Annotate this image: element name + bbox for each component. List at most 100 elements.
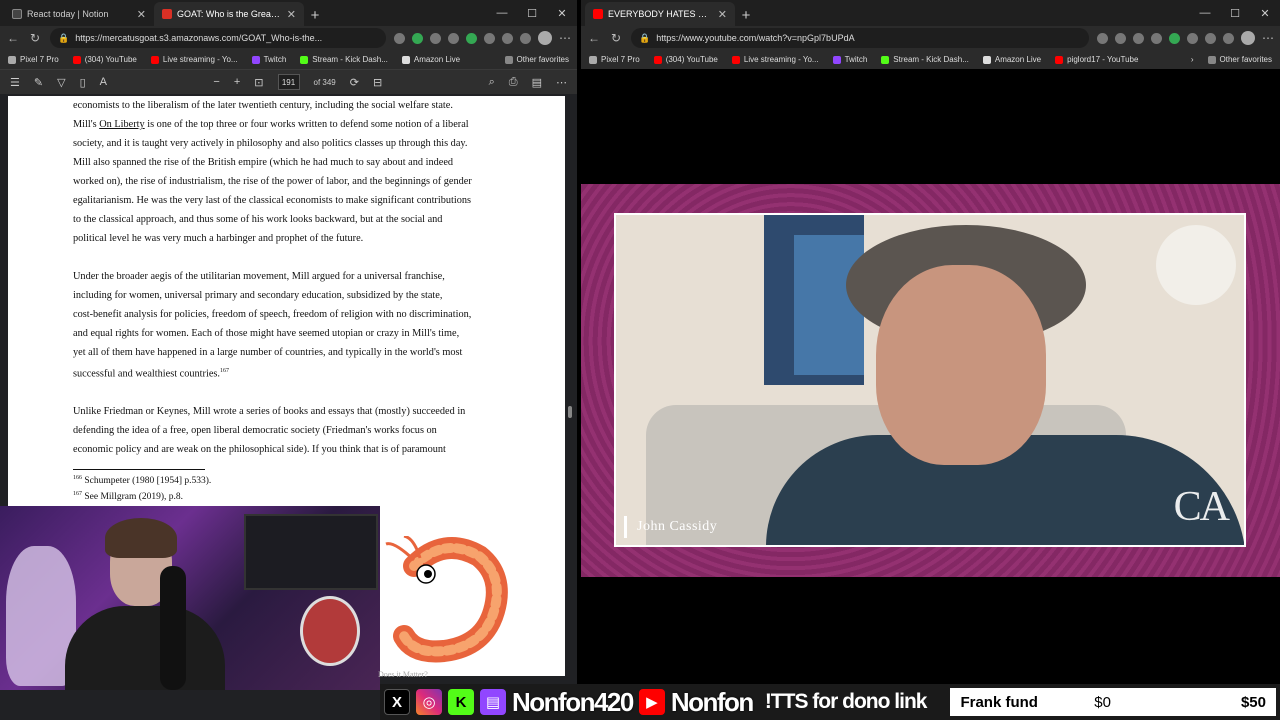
tab-youtube[interactable]: EVERYBODY HATES CAPITALISM - ✕ [585,2,735,26]
two-page-icon[interactable]: ⊟ [373,76,382,89]
bookmark-item[interactable]: piglord17 - YouTube [1055,55,1138,64]
avatar[interactable] [538,31,552,45]
maximize-icon[interactable]: ☐ [517,0,547,26]
print-icon[interactable]: ⎙ [509,76,518,89]
bookmark-label: Twitch [844,55,868,64]
immersive-reader-icon[interactable]: A [100,76,107,88]
twitch-handle: Nonfon420 [512,686,634,717]
bookmark-item[interactable]: Amazon Live [401,55,460,64]
extension-icon[interactable] [430,32,441,44]
extension-icon[interactable] [520,32,531,44]
bookmark-item[interactable]: Pixel 7 Pro [8,55,59,64]
page-number-input[interactable]: 191 [277,74,300,90]
extension-icon[interactable] [1115,32,1126,44]
book-title: On Liberty [99,119,145,130]
shrimp-mascot [385,536,508,663]
chevron-right-icon[interactable]: › [1191,55,1194,64]
new-tab-icon[interactable]: + [735,4,757,26]
fund-current: $0 [1094,693,1111,711]
other-favorites[interactable]: Other favorites [504,55,569,64]
extension-icon[interactable] [1187,32,1198,44]
tab-goat-pdf[interactable]: GOAT: Who is the Greatest Econom ✕ [154,2,304,26]
extension-icon[interactable] [448,32,459,44]
back-icon[interactable]: ← [587,31,601,45]
extension-icon[interactable] [466,32,477,44]
text-line: is one of the top three or four works wr… [144,119,469,130]
reload-icon[interactable]: ↻ [28,31,42,45]
stream-overlay-bar: X ◎ K ▤ Nonfon420 ▶ Nonfon !TTS for dono… [380,684,1280,720]
bookmark-label: Other favorites [1219,55,1272,64]
bookmarks-bar: Pixel 7 Pro (304) YouTube Live streaming… [0,50,577,70]
text-line: economic policy and are weak on the phil… [73,444,446,456]
contents-icon[interactable]: ☰ [10,76,20,89]
lower-third-bar [624,516,627,538]
close-icon[interactable]: ✕ [287,8,296,21]
new-tab-icon[interactable]: + [304,4,326,26]
minimize-icon[interactable]: — [1190,0,1220,26]
extension-icon[interactable] [1223,32,1234,44]
folder-icon [504,55,513,64]
youtube-player-area[interactable]: John Cassidy CA [581,69,1280,720]
bookmark-item[interactable]: (304) YouTube [72,55,137,64]
close-icon[interactable]: ✕ [137,8,146,21]
more-icon[interactable]: ⋯ [556,76,567,89]
extension-icon[interactable] [1133,32,1144,44]
bookmark-item[interactable]: (304) YouTube [653,55,718,64]
led-panel [244,514,378,590]
extension-icon[interactable] [1205,32,1216,44]
bookmark-item[interactable]: Pixel 7 Pro [589,55,640,64]
extension-icon[interactable] [412,32,423,44]
footnote-ref[interactable]: 167 [220,368,229,374]
extension-icon[interactable] [484,32,495,44]
bookmark-item[interactable]: Amazon Live [982,55,1041,64]
highlight-icon[interactable]: ▽ [57,76,65,89]
extension-icon[interactable] [1097,32,1108,44]
bookmark-item[interactable]: Live streaming - Yo... [150,55,238,64]
pdf-scrollbar[interactable] [568,96,574,676]
page-view-icon[interactable]: ▯ [80,76,86,89]
bookmark-item[interactable]: Stream - Kick Dash... [300,55,388,64]
other-favorites[interactable]: Other favorites [1207,55,1272,64]
zoom-in-icon[interactable]: + [234,76,240,88]
avatar[interactable] [1241,31,1255,45]
bookmark-item[interactable]: Live streaming - Yo... [731,55,819,64]
youtube-icon [653,55,662,64]
extension-icon[interactable] [394,32,405,44]
back-icon[interactable]: ← [6,31,20,45]
rotate-icon[interactable]: ⟳ [350,76,359,89]
bookmark-label: Live streaming - Yo... [162,55,238,64]
bookmark-item[interactable]: Stream - Kick Dash... [881,55,969,64]
kick-icon [300,55,309,64]
tab-notion[interactable]: React today | Notion ✕ [4,2,154,26]
close-window-icon[interactable]: ✕ [1250,0,1280,26]
extension-icon[interactable] [1151,32,1162,44]
youtube-icon [731,55,740,64]
text-line: successful and wealthiest countries. [73,368,220,380]
more-icon[interactable]: ⋯ [559,31,571,45]
close-window-icon[interactable]: ✕ [547,0,577,26]
zoom-out-icon[interactable]: − [213,76,219,88]
video-frame[interactable]: John Cassidy CA [581,184,1280,577]
maximize-icon[interactable]: ☐ [1220,0,1250,26]
tab-title: EVERYBODY HATES CAPITALISM - [608,9,713,19]
search-icon[interactable]: ⌕ [489,76,495,89]
extension-icon[interactable] [502,32,513,44]
right-tabstrip: EVERYBODY HATES CAPITALISM - ✕ + — ☐ ✕ [581,0,1280,26]
bookmark-item[interactable]: Twitch [251,55,287,64]
face-cutout [300,596,360,666]
bookmark-label: Twitch [263,55,287,64]
close-icon[interactable]: ✕ [718,8,727,21]
save-icon[interactable]: ▤ [532,76,542,89]
minimize-icon[interactable]: — [487,0,517,26]
url-field[interactable]: 🔒 https://mercatusgoat.s3.amazonaws.com/… [50,28,386,48]
bookmark-item[interactable]: Twitch [832,55,868,64]
draw-icon[interactable]: ✎ [34,76,43,89]
scroll-thumb[interactable] [568,406,572,418]
reload-icon[interactable]: ↻ [609,31,623,45]
fit-page-icon[interactable]: ⊡ [254,76,263,89]
youtube-icon [1055,55,1064,64]
extension-icon[interactable] [1169,32,1180,44]
speaker-video: John Cassidy CA [614,213,1246,547]
url-field[interactable]: 🔒 https://www.youtube.com/watch?v=npGpl7… [631,28,1089,48]
more-icon[interactable]: ⋯ [1262,31,1274,45]
